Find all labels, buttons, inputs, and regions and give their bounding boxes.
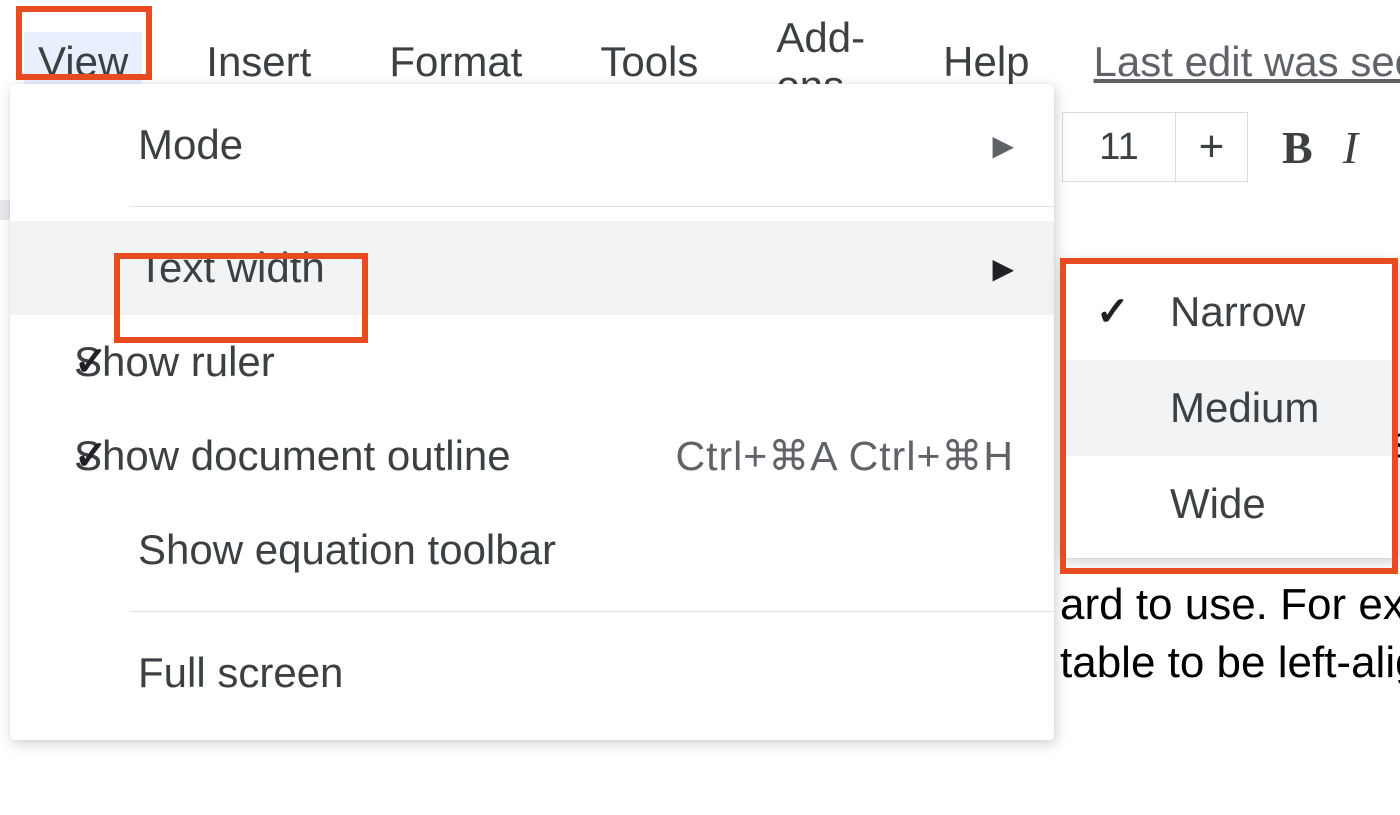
- menu-item-label: Show document outline: [74, 432, 676, 480]
- check-icon: ✓: [1096, 289, 1130, 335]
- menu-item-show-ruler[interactable]: ✓ Show ruler: [10, 315, 1054, 409]
- menu-item-label: Mode: [138, 121, 992, 169]
- menu-help[interactable]: Help: [929, 32, 1043, 92]
- menu-item-shortcut: Ctrl+⌘A Ctrl+⌘H: [676, 432, 1015, 480]
- submenu-item-label: Narrow: [1170, 288, 1305, 336]
- chevron-right-icon: ▶: [992, 129, 1014, 162]
- submenu-item-wide[interactable]: Wide: [1060, 456, 1398, 552]
- doc-text-line: ard to use. For exa: [1060, 574, 1400, 636]
- font-size-input[interactable]: 11: [1062, 112, 1176, 182]
- menu-item-label: Text width: [138, 244, 992, 292]
- menu-view[interactable]: View: [24, 32, 142, 92]
- check-icon: ✓: [74, 339, 108, 385]
- view-dropdown: Mode ▶ Text width ▶ ✓ Show ruler ✓ Show …: [10, 84, 1054, 740]
- menu-item-label: Show equation toolbar: [138, 526, 1014, 574]
- submenu-item-label: Wide: [1170, 480, 1266, 528]
- check-icon: ✓: [74, 433, 108, 479]
- submenu-item-narrow[interactable]: ✓ Narrow: [1060, 264, 1398, 360]
- menu-item-mode[interactable]: Mode ▶: [10, 98, 1054, 192]
- ruler-fragment: [0, 200, 10, 220]
- menu-divider: [130, 611, 1054, 612]
- menu-item-label: Full screen: [138, 649, 1014, 697]
- last-edit-link[interactable]: Last edit was seconds: [1094, 38, 1400, 86]
- submenu-item-label: Medium: [1170, 384, 1319, 432]
- menu-item-show-outline[interactable]: ✓ Show document outline Ctrl+⌘A Ctrl+⌘H: [10, 409, 1054, 503]
- doc-text-line: table to be left-alig: [1060, 632, 1400, 694]
- menu-tools[interactable]: Tools: [586, 32, 712, 92]
- menu-item-text-width[interactable]: Text width ▶: [10, 221, 1054, 315]
- bold-button[interactable]: B: [1282, 121, 1313, 174]
- menu-item-label: Show ruler: [74, 338, 1014, 386]
- toolbar-fragment: 11 + B I: [1062, 112, 1358, 182]
- menu-item-show-equation-toolbar[interactable]: Show equation toolbar: [10, 503, 1054, 597]
- text-width-submenu: ✓ Narrow Medium Wide: [1060, 258, 1398, 558]
- menu-divider: [130, 206, 1054, 207]
- submenu-item-medium[interactable]: Medium: [1060, 360, 1398, 456]
- menu-insert[interactable]: Insert: [192, 32, 325, 92]
- chevron-right-icon: ▶: [992, 252, 1014, 285]
- font-size-increase-button[interactable]: +: [1176, 112, 1248, 182]
- menu-item-full-screen[interactable]: Full screen: [10, 626, 1054, 720]
- italic-button[interactable]: I: [1343, 121, 1358, 174]
- menu-format[interactable]: Format: [375, 32, 536, 92]
